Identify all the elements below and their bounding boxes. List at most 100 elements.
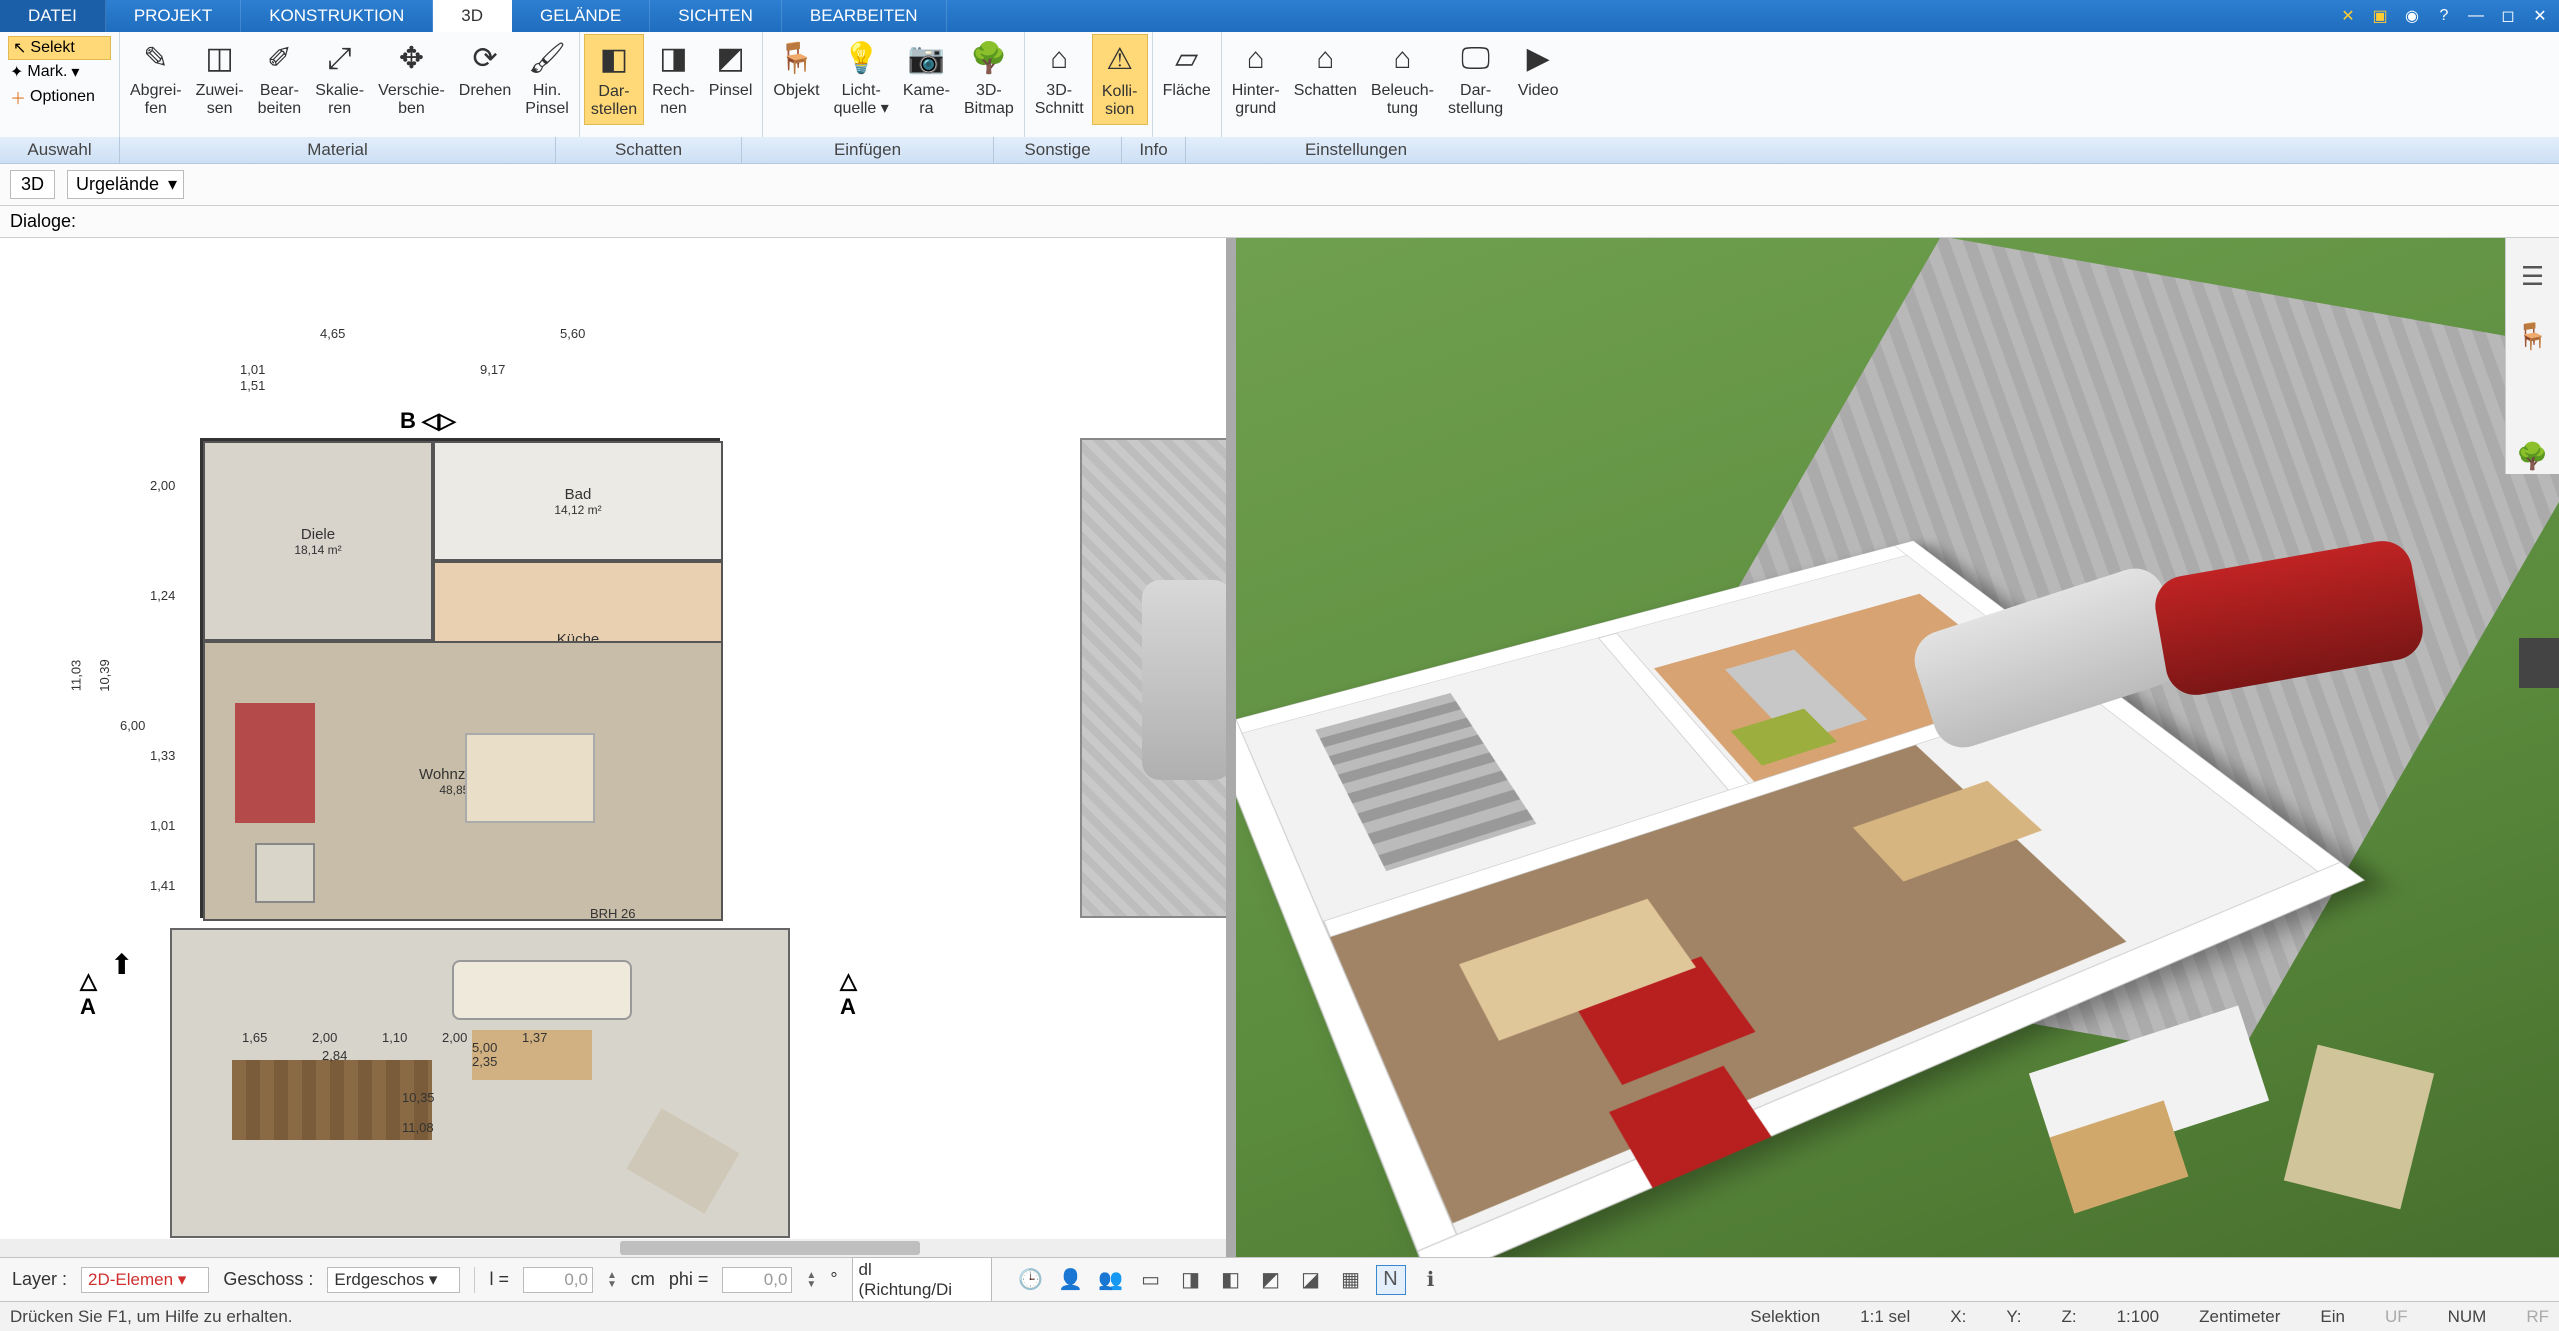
video-button[interactable]: ▶Video xyxy=(1511,34,1565,104)
tree-icon[interactable]: 🌳 xyxy=(2515,438,2551,474)
pane-3d-view[interactable]: ☰ 🪑 🌳 xyxy=(1236,238,2559,1257)
dim-label: 11,08 xyxy=(402,1120,434,1135)
skalieren-button[interactable]: ⤢Skalie-ren xyxy=(309,34,370,123)
menu-tab-bearbeiten[interactable]: BEARBEITEN xyxy=(782,0,947,32)
3d-bitmap-button[interactable]: 🌳3D-Bitmap xyxy=(958,34,1020,123)
group-label-material: Material xyxy=(120,137,556,163)
dim-label: 2,84 xyxy=(322,1048,347,1063)
layer1-icon[interactable]: ◨ xyxy=(1176,1265,1206,1295)
bulb-icon: 💡 xyxy=(840,38,882,80)
terrain-combo[interactable]: Urgelände ▾ xyxy=(67,170,184,199)
user-icon[interactable]: 👤 xyxy=(1056,1265,1086,1295)
minimize-icon[interactable]: — xyxy=(2463,4,2489,28)
dim-label: 1,37 xyxy=(522,1030,547,1045)
phi-input[interactable] xyxy=(722,1267,792,1293)
view-subbar: 3D Urgelände ▾ xyxy=(0,164,2559,206)
clock-icon[interactable]: 🕒 xyxy=(1016,1265,1046,1295)
tool-icon[interactable]: ✕ xyxy=(2335,4,2361,28)
layer3-icon[interactable]: ◩ xyxy=(1256,1265,1286,1295)
scrollbar-horizontal[interactable] xyxy=(0,1239,1226,1257)
dim-label: 1,41 xyxy=(150,878,175,893)
grid-icon[interactable]: ▦ xyxy=(1336,1265,1366,1295)
n-icon[interactable]: N xyxy=(1376,1265,1406,1295)
car-silver-2d xyxy=(1142,580,1232,780)
globe-icon[interactable]: ◉ xyxy=(2399,4,2425,28)
flaeche-button[interactable]: ▱Fläche xyxy=(1157,34,1217,104)
right-toolstrip: ☰ 🪑 🌳 xyxy=(2505,238,2559,474)
spinner-down-icon[interactable]: ▼ xyxy=(607,1280,617,1289)
colors-icon[interactable] xyxy=(2515,378,2551,414)
status-scale: 1:100 xyxy=(2117,1307,2160,1327)
rechnen-button[interactable]: ◨Rech-nen xyxy=(646,34,701,123)
group-label-einfuegen: Einfügen xyxy=(742,137,994,163)
l-label: l = xyxy=(489,1269,509,1290)
spinner-down-icon[interactable]: ▼ xyxy=(806,1280,816,1289)
drehen-button[interactable]: ⟳Drehen xyxy=(453,34,517,104)
menu-tab-3d[interactable]: 3D xyxy=(433,0,512,32)
pinsel-button[interactable]: ◩Pinsel xyxy=(703,34,759,104)
objekt-button[interactable]: 🪑Objekt xyxy=(767,34,825,104)
kamera-button[interactable]: 📷Kame-ra xyxy=(897,34,956,123)
help-icon[interactable]: ? xyxy=(2431,4,2457,28)
menu-tab-gelaende[interactable]: GELÄNDE xyxy=(512,0,650,32)
layer4-icon[interactable]: ◪ xyxy=(1296,1265,1326,1295)
optionen-button[interactable]: ＋Optionen xyxy=(8,84,111,110)
zuweisen-button[interactable]: ◫Zuwei-sen xyxy=(190,34,250,123)
ribbon-group-auswahl: ↖Selekt ✦Mark.▾ ＋Optionen xyxy=(0,32,120,137)
ribbon-group-einstellungen: ⌂Hinter-grund ⌂Schatten ⌂Beleuch-tung 🖵D… xyxy=(1222,32,1569,137)
close-icon[interactable]: ✕ xyxy=(2527,4,2553,28)
maximize-icon[interactable]: ◻ xyxy=(2495,4,2521,28)
sheet-icon[interactable]: ▭ xyxy=(1136,1265,1166,1295)
dim-label: 1,24 xyxy=(150,588,175,603)
3d-schnitt-button[interactable]: ⌂3D-Schnitt xyxy=(1029,34,1090,123)
dim-label: 1,01 xyxy=(240,362,265,377)
beleuchtung-button[interactable]: ⌂Beleuch-tung xyxy=(1365,34,1440,123)
layer-label: Layer : xyxy=(12,1269,67,1290)
ribbon-group-sonstige: ⌂3D-Schnitt ⚠Kolli-sion xyxy=(1025,32,1153,137)
hintergrund-button[interactable]: ⌂Hinter-grund xyxy=(1226,34,1286,123)
floorplan: 4,65 5,60 9,17 1,01 1,51 B ◁▷ Diele 18,1… xyxy=(200,318,1070,1098)
dim-label: 6,00 xyxy=(120,718,145,733)
group-label-schatten: Schatten xyxy=(556,137,742,163)
mark-button[interactable]: ✦Mark.▾ xyxy=(8,61,111,83)
lichtquelle-button[interactable]: 💡Licht-quelle ▾ xyxy=(828,34,895,123)
abgreifen-button[interactable]: ✎Abgrei-fen xyxy=(124,34,188,123)
status-x: X: xyxy=(1950,1307,1966,1327)
bg-icon: ⌂ xyxy=(1235,38,1277,80)
l-input[interactable] xyxy=(523,1267,593,1293)
hin-pinsel-button[interactable]: 🖌Hin.Pinsel xyxy=(519,34,575,123)
light-icon: ⌂ xyxy=(1381,38,1423,80)
darstellung-button[interactable]: 🖵Dar-stellung xyxy=(1442,34,1509,123)
selekt-button[interactable]: ↖Selekt xyxy=(8,36,111,60)
dl-combo[interactable]: dl (Richtung/Di xyxy=(852,1257,992,1303)
menu-tab-projekt[interactable]: PROJEKT xyxy=(106,0,241,32)
calc-icon: ◨ xyxy=(652,38,694,80)
folder-icon[interactable]: ▣ xyxy=(2367,4,2393,28)
kollision-button[interactable]: ⚠Kolli-sion xyxy=(1092,34,1148,125)
geschoss-combo[interactable]: Erdgeschos ▾ xyxy=(327,1267,460,1293)
menu-tab-datei[interactable]: DATEI xyxy=(0,0,106,32)
area-icon: ▱ xyxy=(1166,38,1208,80)
outdoor-sofa xyxy=(452,960,632,1020)
scrollbar-thumb[interactable] xyxy=(620,1241,920,1255)
group-icon[interactable]: 👥 xyxy=(1096,1265,1126,1295)
darstellen-button[interactable]: ◧Dar-stellen xyxy=(584,34,644,125)
sofa-red xyxy=(235,703,315,823)
mode-box[interactable]: 3D xyxy=(10,170,55,199)
layer2-icon[interactable]: ◧ xyxy=(1216,1265,1246,1295)
layer-combo[interactable]: 2D-Elemen ▾ xyxy=(81,1267,209,1293)
menu-tab-konstruktion[interactable]: KONSTRUKTION xyxy=(241,0,433,32)
verschieben-button[interactable]: ✥Verschie-ben xyxy=(372,34,451,123)
layers-icon[interactable]: ☰ xyxy=(2515,258,2551,294)
info-icon[interactable]: ℹ xyxy=(1416,1265,1446,1295)
assign-icon: ◫ xyxy=(199,38,241,80)
dim-label: 2,00 xyxy=(150,478,175,493)
group-label-auswahl: Auswahl xyxy=(0,137,120,163)
dim-label: 2,00 xyxy=(312,1030,337,1045)
menu-tab-sichten[interactable]: SICHTEN xyxy=(650,0,782,32)
furniture-icon[interactable]: 🪑 xyxy=(2515,318,2551,354)
side-handle[interactable] xyxy=(2519,638,2559,688)
bearbeiten-button[interactable]: ✐Bear-beiten xyxy=(252,34,308,123)
schatten-set-button[interactable]: ⌂Schatten xyxy=(1288,34,1363,104)
pane-2d-floorplan[interactable]: 4,65 5,60 9,17 1,01 1,51 B ◁▷ Diele 18,1… xyxy=(0,238,1236,1257)
